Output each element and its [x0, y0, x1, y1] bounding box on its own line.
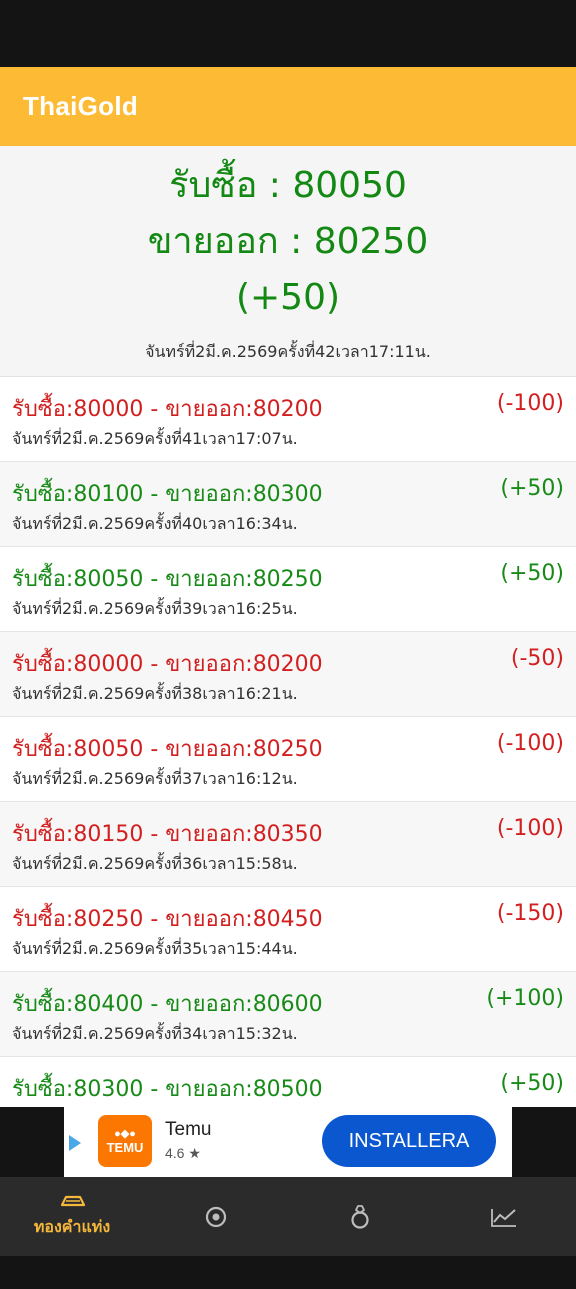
temu-logo-icon[interactable]: ●◆● TEMU — [98, 1115, 152, 1167]
ad-rating: 4.6 ★ — [165, 1145, 201, 1161]
history-change: (-100) — [496, 731, 564, 756]
history-change: (-100) — [496, 391, 564, 416]
latest-change: (+50) — [235, 277, 341, 318]
history-time: จันทร์ที่2มี.ค.2569ครั้งที่39เวลา16:25น. — [12, 599, 298, 618]
ad-play-icon — [69, 1135, 81, 1151]
nav-item-jewelry[interactable] — [288, 1177, 432, 1256]
ring-icon — [351, 1204, 369, 1229]
history-price: รับซื้อ:80000 - ขายออก:80200 — [12, 397, 323, 422]
nav-item-gold-bar[interactable]: ทองคำแท่ง — [0, 1177, 144, 1256]
history-row[interactable]: รับซื้อ:80400 - ขายออก:80600 (+100) จันท… — [0, 972, 576, 1057]
history-row[interactable]: รับซื้อ:80150 - ขายออก:80350 (-100) จันท… — [0, 802, 576, 887]
history-row[interactable]: รับซื้อ:80000 - ขายออก:80200 (-100) จันท… — [0, 377, 576, 462]
history-price: รับซื้อ:80050 - ขายออก:80250 — [12, 567, 323, 592]
history-row[interactable]: รับซื้อ:80250 - ขายออก:80450 (-150) จันท… — [0, 887, 576, 972]
history-price: รับซื้อ:80300 - ขายออก:80500 — [12, 1077, 323, 1102]
ad-banner[interactable]: ●◆● TEMU Temu 4.6 ★ INSTALLERA — [64, 1107, 512, 1177]
nav-item-ornament[interactable] — [144, 1177, 288, 1256]
history-price: รับซื้อ:80100 - ขายออก:80300 — [12, 482, 323, 507]
install-button[interactable]: INSTALLERA — [322, 1115, 496, 1167]
latest-buy-price: รับซื้อ : 80050 — [169, 165, 407, 206]
history-price: รับซื้อ:80050 - ขายออก:80250 — [12, 737, 323, 762]
history-time: จันทร์ที่2มี.ค.2569ครั้งที่41เวลา17:07น. — [12, 429, 298, 448]
temu-logo-text: TEMU — [106, 1140, 144, 1155]
history-change: (-50) — [510, 646, 564, 671]
status-bar — [0, 0, 576, 67]
history-row[interactable]: รับซื้อ:80050 - ขายออก:80250 (-100) จันท… — [0, 717, 576, 802]
history-row[interactable]: รับซื้อ:80300 - ขายออก:80500 (+50) — [0, 1057, 576, 1107]
price-history-list[interactable]: รับซื้อ:80000 - ขายออก:80200 (-100) จันท… — [0, 377, 576, 1107]
bottom-navigation: ทองคำแท่ง — [0, 1177, 576, 1256]
history-price: รับซื้อ:80400 - ขายออก:80600 — [12, 992, 323, 1017]
history-price: รับซื้อ:80000 - ขายออก:80200 — [12, 652, 323, 677]
history-time: จันทร์ที่2มี.ค.2569ครั้งที่36เวลา15:58น. — [12, 854, 298, 873]
system-navigation-bar — [0, 1256, 576, 1289]
history-time: จันทร์ที่2มี.ค.2569ครั้งที่38เวลา16:21น. — [12, 684, 298, 703]
target-icon — [205, 1206, 227, 1227]
history-price: รับซื้อ:80250 - ขายออก:80450 — [12, 907, 323, 932]
chart-icon — [491, 1208, 516, 1227]
app-title: ThaiGold — [23, 91, 139, 121]
history-time: จันทร์ที่2มี.ค.2569ครั้งที่34เวลา15:32น. — [12, 1024, 298, 1043]
history-change: (-150) — [496, 901, 564, 926]
latest-price-summary: รับซื้อ : 80050 ขายออก : 80250 (+50) จัน… — [0, 146, 576, 377]
history-row[interactable]: รับซื้อ:80000 - ขายออก:80200 (-50) จันทร… — [0, 632, 576, 717]
ad-app-name[interactable]: Temu — [165, 1119, 211, 1141]
temu-logo-glyphs: ●◆● — [114, 1128, 136, 1140]
nav-item-chart[interactable] — [432, 1177, 576, 1256]
history-change: (+50) — [500, 1071, 564, 1096]
history-time: จันทร์ที่2มี.ค.2569ครั้งที่35เวลา15:44น. — [12, 939, 298, 958]
history-change: (-100) — [496, 816, 564, 841]
latest-sell-price: ขายออก : 80250 — [147, 221, 429, 262]
history-row[interactable]: รับซื้อ:80050 - ขายออก:80250 (+50) จันทร… — [0, 547, 576, 632]
history-row[interactable]: รับซื้อ:80100 - ขายออก:80300 (+50) จันทร… — [0, 462, 576, 547]
gold-bar-icon — [60, 1195, 85, 1207]
latest-update-time: จันทร์ที่2มี.ค.2569ครั้งที่42เวลา17:11น. — [145, 342, 431, 361]
history-change: (+50) — [500, 476, 564, 501]
price-content[interactable]: รับซื้อ : 80050 ขายออก : 80250 (+50) จัน… — [0, 146, 576, 1107]
history-time: จันทร์ที่2มี.ค.2569ครั้งที่40เวลา16:34น. — [12, 514, 298, 533]
history-time: จันทร์ที่2มี.ค.2569ครั้งที่37เวลา16:12น. — [12, 769, 298, 788]
nav-label-gold-bar: ทองคำแท่ง — [33, 1217, 111, 1236]
app-bar: ThaiGold — [0, 67, 576, 146]
history-price: รับซื้อ:80150 - ขายออก:80350 — [12, 822, 323, 847]
history-change: (+50) — [500, 561, 564, 586]
history-change: (+100) — [486, 986, 564, 1011]
